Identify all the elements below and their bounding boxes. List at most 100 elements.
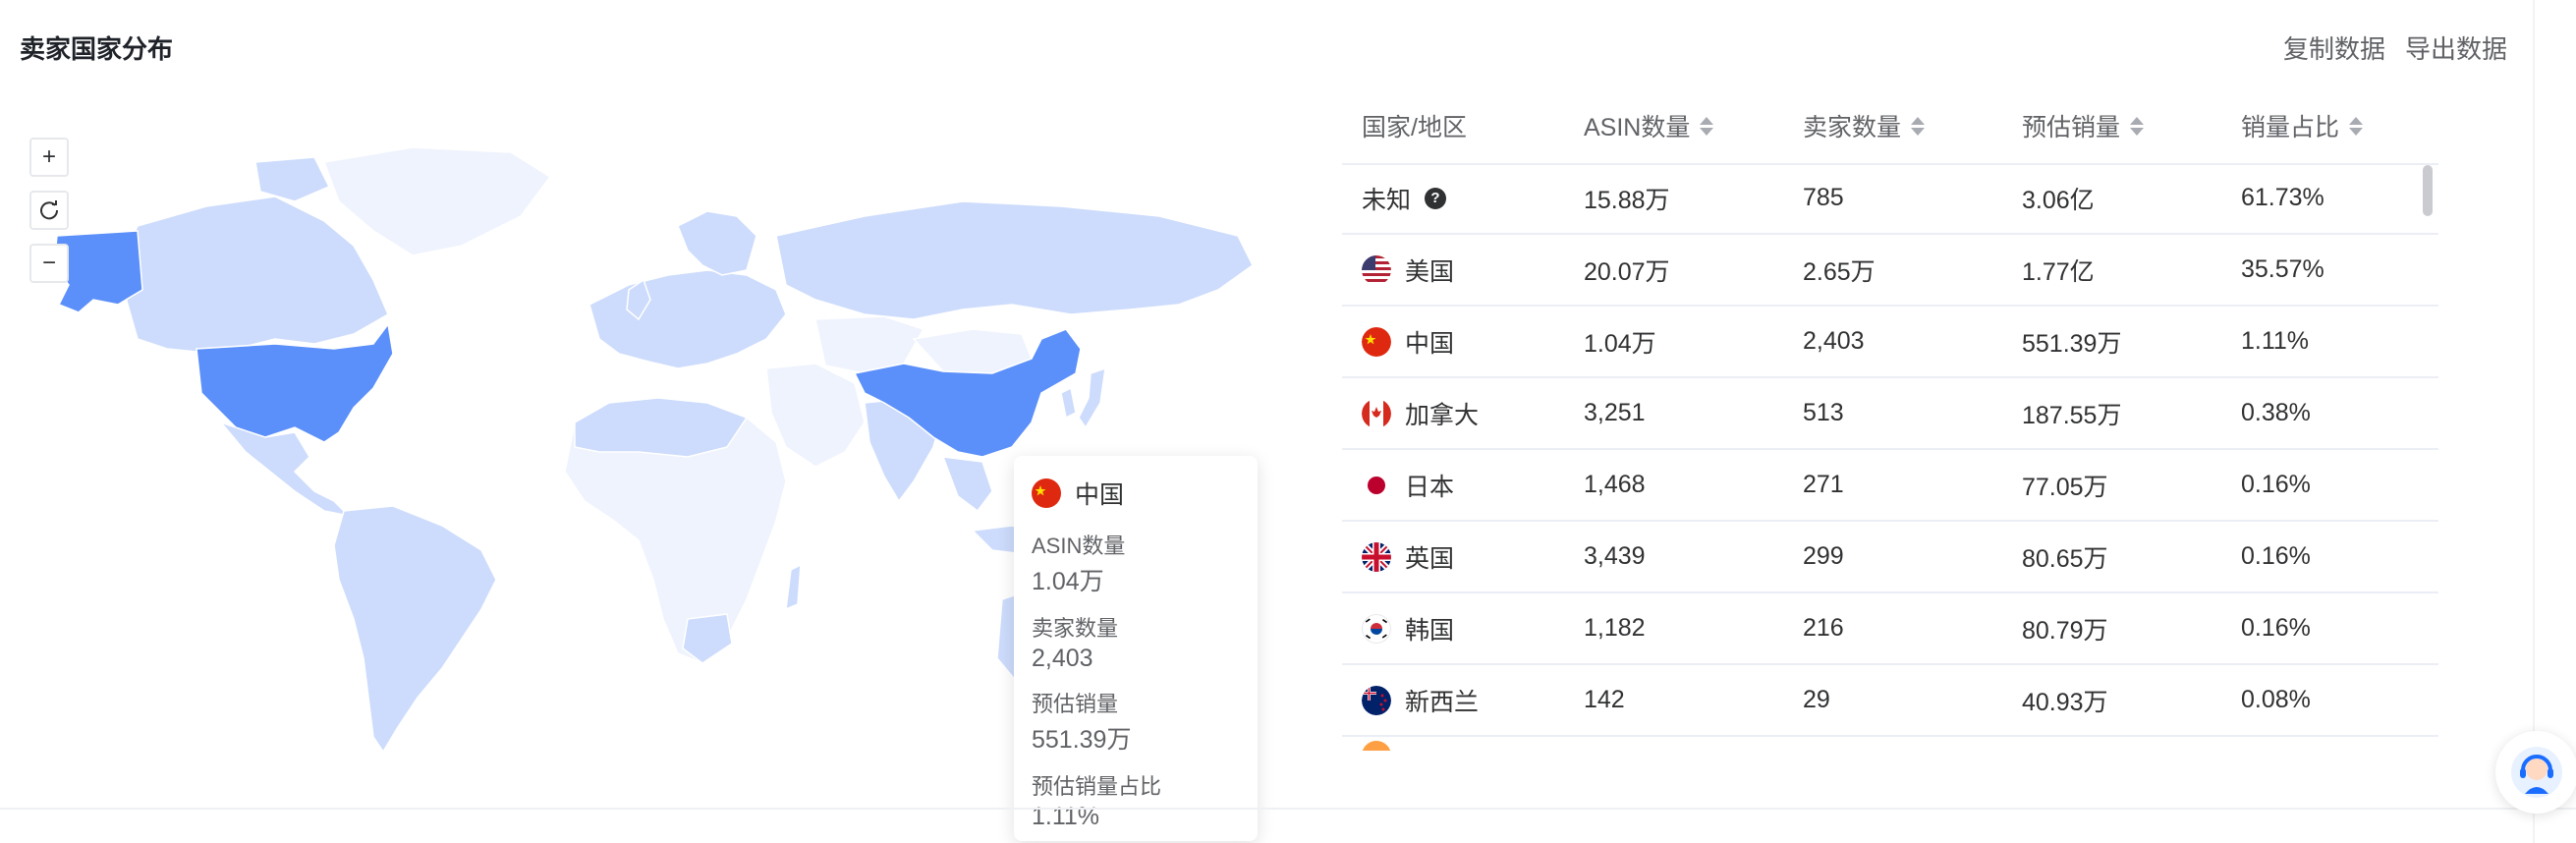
cell-sellers: 271 [1803,471,1844,498]
country-name: 加拿大 [1405,401,1480,429]
new-zealand-flag-icon [1362,685,1391,715]
canada-flag-icon [1362,398,1391,428]
cell-asin: 3,439 [1584,542,1646,570]
country-name: 日本 [1405,473,1455,501]
cell-asin: 1.04万 [1584,329,1656,358]
table-body[interactable]: 未知 ? 15.88万 785 3.06亿 61.73% 美国 20.07万 2… [1342,163,2438,747]
cell-share: 1.11% [2241,327,2310,355]
tooltip-sellers: 卖家数量 2,403 [1032,616,1119,672]
table-row[interactable]: 中国 1.04万 2,403 551.39万 1.11% [1342,307,2438,378]
sort-icon[interactable] [1700,116,1714,136]
header-sales[interactable]: 预估销量 [2002,108,2221,143]
japan-flag-icon [1362,470,1391,500]
tooltip-country: 中国 [1075,481,1125,509]
table-row[interactable]: 美国 20.07万 2.65万 1.77亿 35.57% [1342,235,2438,307]
country-name: 未知 [1362,186,1412,214]
cell-sellers: 2.65万 [1803,257,1876,286]
table-row[interactable]: 未知 ? 15.88万 785 3.06亿 61.73% [1342,163,2438,235]
cell-asin: 1,468 [1584,471,1646,498]
cell-share: 0.16% [2241,614,2311,642]
table-row[interactable]: 加拿大 3,251 513 187.55万 0.38% [1342,378,2438,450]
zoom-in-button[interactable]: + [29,138,69,177]
reset-map-button[interactable] [29,191,69,230]
header-share[interactable]: 销量占比 [2221,108,2438,143]
next-row-flag-icon [1362,741,1391,751]
table-row[interactable]: 日本 1,468 271 77.05万 0.16% [1342,450,2438,522]
region-canada [117,196,389,353]
customer-service-icon [2511,747,2562,798]
section-divider [0,808,2576,810]
sort-icon[interactable] [1911,116,1926,136]
panel-actions: 复制数据 导出数据 [2283,29,2507,66]
page-edge-divider [2533,0,2535,843]
region-europe [588,269,787,369]
region-africa-north [574,397,749,458]
sort-icon[interactable] [2130,116,2145,136]
cell-share: 35.57% [2241,255,2324,283]
cell-share: 61.73% [2241,184,2324,211]
table-row[interactable]: 英国 3,439 299 80.65万 0.16% [1342,522,2438,593]
export-data-link[interactable]: 导出数据 [2405,29,2507,66]
tooltip-sales: 预估销量 551.39万 [1032,692,1132,754]
country-name: 中国 [1405,329,1455,358]
region-japan [1078,366,1106,429]
cell-sales: 77.05万 [2022,473,2108,501]
cell-sales: 1.77亿 [2022,257,2095,286]
country-name: 韩国 [1405,616,1455,645]
country-name: 新西兰 [1405,688,1480,716]
table-row[interactable]: 韩国 1,182 216 80.79万 0.16% [1342,593,2438,665]
region-korea [1060,386,1077,420]
china-flag-icon [1032,478,1061,508]
cell-sellers: 513 [1803,399,1844,426]
cell-sales: 551.39万 [2022,329,2122,358]
header-asin[interactable]: ASIN数量 [1564,108,1783,143]
cell-sales: 40.93万 [2022,688,2108,716]
us-flag-icon [1362,254,1391,285]
cell-sellers: 216 [1803,614,1844,642]
customer-service-button[interactable] [2495,731,2576,814]
region-middle-east [765,363,866,468]
cell-sales: 80.65万 [2022,544,2108,573]
cell-sales: 80.79万 [2022,616,2108,645]
region-greenland [322,146,552,256]
cell-sales: 187.55万 [2022,401,2122,429]
tooltip-asin: ASIN数量 1.04万 [1032,534,1126,595]
cell-asin: 142 [1584,686,1625,713]
region-madagascar [785,563,802,611]
map-tooltip: 中国 ASIN数量 1.04万 卖家数量 2,403 预估销量 551.39万 … [1014,456,1258,841]
china-flag-icon [1362,326,1391,357]
cell-sellers: 299 [1803,542,1844,570]
region-russia [775,200,1254,320]
refresh-icon [40,200,59,220]
cell-asin: 15.88万 [1584,186,1670,214]
region-se-asia [941,456,993,513]
table-scrollbar[interactable] [2423,165,2433,216]
korea-flag-icon [1362,613,1391,644]
cell-asin: 3,251 [1584,399,1646,426]
cell-share: 0.08% [2241,686,2311,713]
header-country: 国家/地区 [1362,114,1467,141]
uk-flag-icon [1362,541,1391,572]
country-table: 国家/地区 ASIN数量 卖家数量 预估销量 销量占比 [1342,88,2438,165]
region-south-america [333,505,497,754]
region-scandinavia [677,210,757,276]
cell-sellers: 2,403 [1803,327,1865,355]
table-header: 国家/地区 ASIN数量 卖家数量 预估销量 销量占比 [1342,88,2438,165]
cell-asin: 20.07万 [1584,257,1670,286]
cell-share: 0.38% [2241,399,2311,426]
cell-sellers: 29 [1803,686,1830,713]
country-name: 美国 [1405,257,1455,286]
country-name: 英国 [1405,544,1455,573]
table-row[interactable]: 新西兰 142 29 40.93万 0.08% [1342,665,2438,737]
panel-title: 卖家国家分布 [20,34,174,64]
zoom-out-button[interactable]: − [29,244,69,283]
cell-share: 0.16% [2241,542,2311,570]
cell-share: 0.16% [2241,471,2311,498]
cell-sales: 3.06亿 [2022,186,2095,214]
help-icon[interactable]: ? [1425,187,1447,209]
sort-icon[interactable] [2349,116,2364,136]
region-arctic-islands [254,156,331,202]
cell-sellers: 785 [1803,184,1844,211]
header-sellers[interactable]: 卖家数量 [1783,108,2002,143]
copy-data-link[interactable]: 复制数据 [2283,29,2385,66]
